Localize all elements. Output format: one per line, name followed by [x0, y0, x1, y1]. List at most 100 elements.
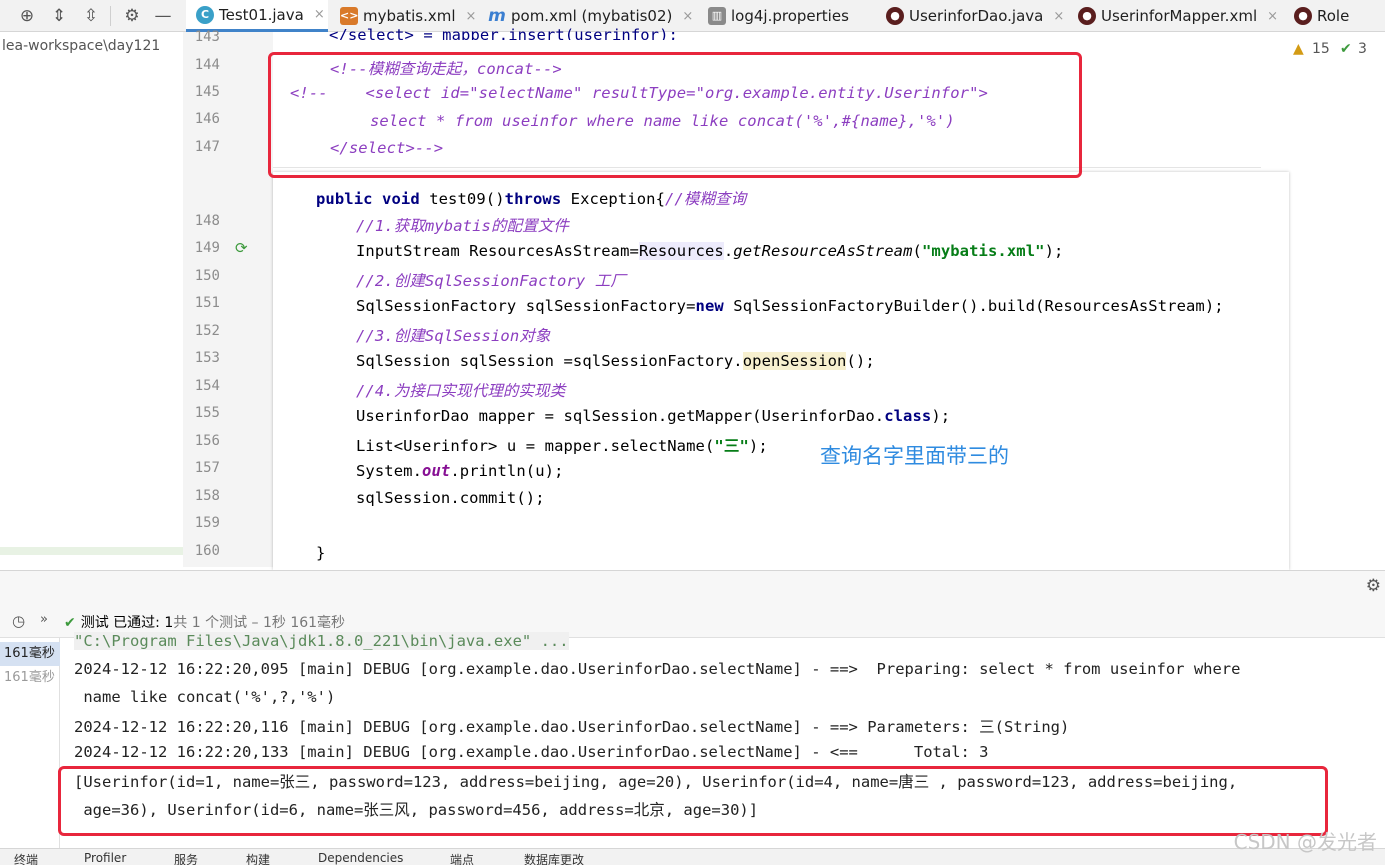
project-tool-window: lea-workspace\day121	[0, 32, 183, 555]
history-icon[interactable]: ◷	[12, 612, 25, 630]
warning-icon[interactable]: ▲	[1293, 41, 1304, 57]
run-test-icon[interactable]: ⟳	[235, 239, 248, 257]
keyword: void	[382, 190, 420, 208]
line-number: 150	[194, 268, 220, 284]
project-path[interactable]: lea-workspace\day121	[2, 38, 160, 54]
toolbar-separator	[110, 6, 111, 26]
console-line: 2024-12-12 16:22:20,133 [main] DEBUG [or…	[74, 743, 989, 761]
chevron-right-icon[interactable]: »	[40, 612, 48, 627]
line-number: 146	[194, 111, 220, 127]
gear-icon[interactable]: ⚙	[1366, 576, 1381, 596]
database-changes-tab[interactable]: 数据库更改	[524, 851, 584, 865]
result-highlight-box	[58, 766, 1328, 836]
line-number: 158	[194, 488, 220, 504]
code-line-resources: InputStream ResourcesAsStream=Resources.…	[356, 242, 1063, 260]
code-method-call: getResourceAsStream	[733, 242, 913, 260]
minimize-icon[interactable]: —	[152, 5, 174, 27]
tab-test01-java[interactable]: C Test01.java ×	[186, 0, 328, 32]
code-comment: //1.获取mybatis的配置文件	[356, 217, 569, 235]
mybatis-mapper-icon: ●	[1078, 7, 1096, 25]
test-passed-label: 测试 已通过: 1	[80, 615, 174, 631]
tab-userinformapper-xml[interactable]: ● UserinforMapper.xml ×	[1074, 0, 1284, 32]
code-text: UserinforDao mapper = sqlSession.getMapp…	[356, 407, 885, 425]
code-text: InputStream ResourcesAsStream=	[356, 242, 639, 260]
test-tree: 161毫秒 161毫秒	[0, 638, 60, 848]
code-text: SqlSessionFactoryBuilder().build(Resourc…	[723, 297, 1224, 315]
check-icon[interactable]: ✔	[1340, 41, 1352, 57]
code-static-field: out	[422, 462, 451, 480]
tab-log4j-properties[interactable]: ▥ log4j.properties	[702, 0, 880, 32]
check-icon: ✔	[64, 615, 76, 631]
keyword: public	[316, 190, 373, 208]
line-number: 160	[194, 543, 220, 559]
close-icon[interactable]: ×	[682, 9, 693, 24]
crosshair-icon[interactable]: ⊕	[16, 5, 38, 27]
tab-userinfordao-java[interactable]: ● UserinforDao.java ×	[882, 0, 1070, 32]
mybatis-mapper-icon: ●	[1294, 7, 1312, 25]
maven-icon: m	[488, 6, 506, 26]
line-number: 143	[194, 29, 220, 45]
tree-selection-band	[0, 547, 183, 555]
line-number: 152	[194, 323, 220, 339]
collapse-all-icon[interactable]: ⇳	[80, 5, 102, 27]
line-number: 155	[194, 405, 220, 421]
code-text: ();	[846, 352, 875, 370]
code-text: System.	[356, 462, 423, 480]
test-tree-item[interactable]: 161毫秒	[0, 666, 60, 690]
code-text: .println(u);	[450, 462, 564, 480]
line-number: 157	[194, 460, 220, 476]
code-text: SqlSession sqlSession =sqlSessionFactory…	[356, 352, 743, 370]
tab-label: log4j.properties	[731, 7, 849, 25]
endpoints-tab[interactable]: 端点	[450, 851, 474, 865]
warning-count[interactable]: 15	[1312, 41, 1330, 57]
line-number: 153	[194, 350, 220, 366]
close-icon[interactable]: ×	[1053, 9, 1064, 24]
code-string: "mybatis.xml"	[921, 242, 1045, 260]
tab-label: mybatis.xml	[363, 7, 456, 25]
close-icon[interactable]: ×	[466, 9, 477, 24]
code-text: SqlSessionFactory sqlSessionFactory=	[356, 297, 696, 315]
line-number: 151	[194, 295, 220, 311]
code-text: List<Userinfor> u = mapper.selectName(	[356, 437, 715, 455]
build-tab[interactable]: 构建	[246, 851, 270, 865]
java-interface-icon: ●	[886, 7, 904, 25]
keyword: new	[695, 297, 724, 315]
line-number: 147	[194, 139, 220, 155]
tab-role[interactable]: ● Role	[1290, 0, 1385, 32]
line-number: 156	[194, 433, 220, 449]
annotation-text: 查询名字里面带三的	[820, 444, 1009, 468]
gear-icon[interactable]: ⚙	[121, 5, 143, 27]
tab-label: UserinforDao.java	[909, 7, 1044, 25]
dependencies-tab[interactable]: Dependencies	[318, 851, 403, 865]
profiler-tab[interactable]: Profiler	[84, 851, 126, 865]
xml-highlight-box	[268, 52, 1082, 178]
test-status: ✔ 测试 已通过: 1共 1 个测试 – 1秒 161毫秒	[64, 612, 345, 632]
code-text: (	[912, 242, 922, 260]
line-number: 144	[194, 57, 220, 73]
line-number: 145	[194, 84, 220, 100]
console-line: 2024-12-12 16:22:20,116 [main] DEBUG [or…	[74, 718, 1070, 736]
console-line: name like concat('%',?,'%')	[74, 688, 336, 706]
test-tree-item[interactable]: 161毫秒	[0, 642, 60, 666]
line-number: 159	[194, 515, 220, 531]
close-icon[interactable]: ×	[314, 7, 325, 22]
close-icon[interactable]: ×	[1267, 9, 1278, 24]
test-passed-detail: 共 1 个测试 – 1秒 161毫秒	[173, 615, 346, 631]
code-line-commit: sqlSession.commit();	[356, 489, 545, 507]
code-text: .	[723, 242, 734, 260]
java-code-snippet: public void test09()throws Exception{//模…	[273, 172, 1289, 570]
check-count[interactable]: 3	[1358, 41, 1367, 57]
keyword: throws	[504, 190, 562, 208]
code-comment: //模糊查询	[665, 190, 747, 208]
code-text: );	[1044, 242, 1064, 260]
terminal-tab[interactable]: 终端	[14, 851, 38, 865]
xml-file-icon: <>	[340, 7, 358, 25]
code-text: Exception{	[561, 190, 665, 208]
line-number: 149	[194, 240, 220, 256]
code-text: );	[931, 407, 951, 425]
services-tab[interactable]: 服务	[174, 851, 198, 865]
java-class-icon: C	[196, 5, 214, 24]
expand-all-icon[interactable]: ⇕	[48, 5, 70, 27]
code-line-mapper: UserinforDao mapper = sqlSession.getMapp…	[356, 407, 950, 425]
run-panel-title-bar: ⚙	[0, 570, 1385, 604]
